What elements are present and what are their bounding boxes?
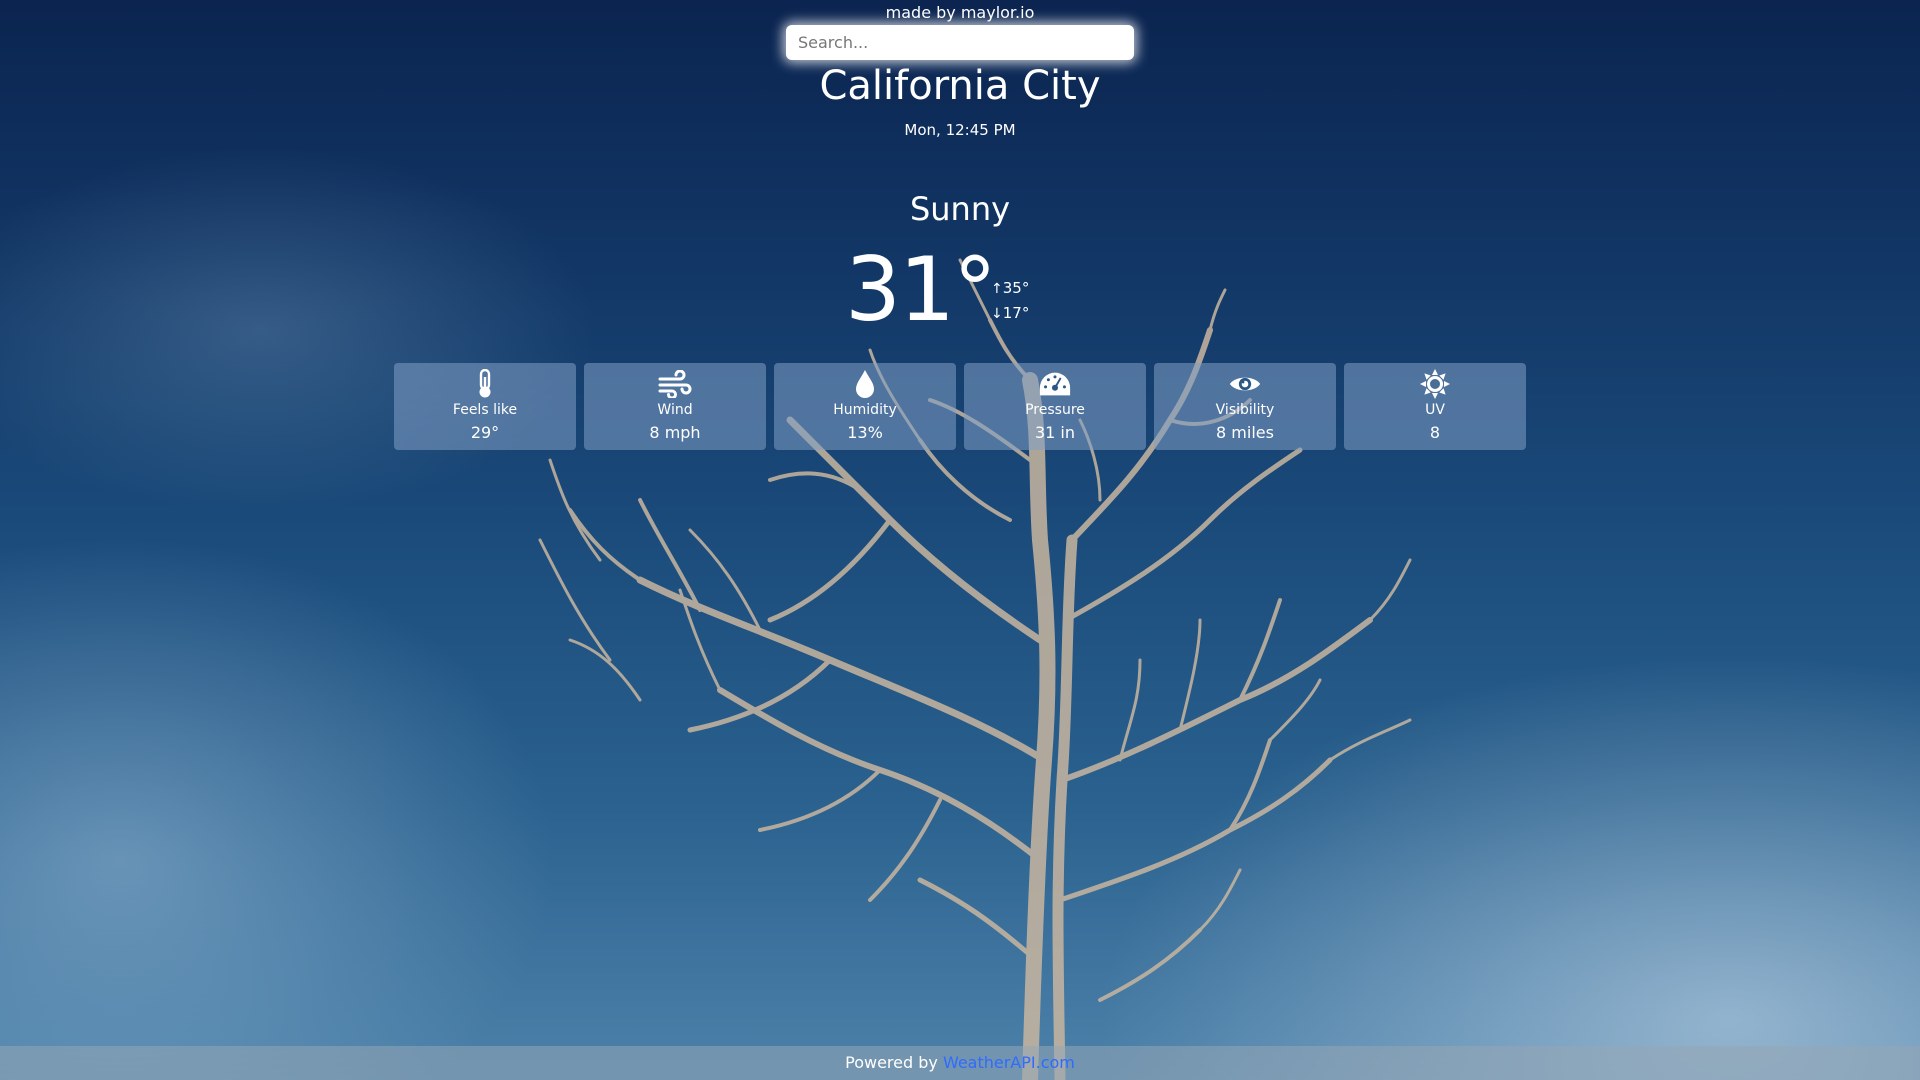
weather-stats: Feels like 29° Wind 8 mph Humidity 13% P… [394, 363, 1526, 450]
stat-label: Wind [657, 402, 693, 418]
low-temperature: ↓17° [991, 301, 1029, 326]
stat-card-humidity: Humidity 13% [774, 363, 956, 450]
stat-card-uv: UV 8 [1344, 363, 1526, 450]
high-temperature: ↑35° [991, 276, 1029, 301]
stat-label: Pressure [1025, 402, 1085, 418]
stat-value: 8 mph [649, 423, 701, 442]
arrow-down-icon: ↓ [991, 306, 1003, 322]
stat-card-feels-like: Feels like 29° [394, 363, 576, 450]
eye-icon [1228, 368, 1262, 400]
city-name: California City [819, 63, 1101, 109]
stat-label: Feels like [452, 402, 518, 418]
stat-value: 29° [470, 423, 500, 442]
low-temperature-value: 17° [1002, 304, 1030, 322]
made-by-credit: made by maylor.io [885, 3, 1035, 22]
stat-value: 31 in [1034, 423, 1076, 442]
stat-card-wind: Wind 8 mph [584, 363, 766, 450]
background-tree-image [538, 258, 1412, 1080]
stat-label: Visibility [1215, 402, 1275, 418]
arrow-up-icon: ↑ [991, 281, 1003, 297]
stat-card-pressure: Pressure 31 in [964, 363, 1146, 450]
high-low-temperatures: ↑35° ↓17° [991, 276, 1029, 326]
current-temperature: 31° [845, 238, 997, 341]
gauge-icon [1038, 368, 1072, 400]
droplet-icon [848, 368, 882, 400]
search-input[interactable] [786, 25, 1134, 60]
high-temperature-value: 35° [1002, 279, 1030, 297]
footer-text: Powered by [845, 1053, 943, 1072]
stat-value: 13% [847, 423, 883, 442]
local-datetime: Mon, 12:45 PM [904, 121, 1016, 139]
stat-label: UV [1425, 402, 1445, 418]
stat-value: 8 miles [1216, 423, 1274, 442]
sun-icon [1418, 368, 1452, 400]
footer: Powered by WeatherAPI.com [0, 1046, 1920, 1080]
weather-condition: Sunny [909, 190, 1011, 228]
thermometer-icon [468, 368, 502, 400]
stat-card-visibility: Visibility 8 miles [1154, 363, 1336, 450]
stat-label: Humidity [833, 402, 897, 418]
weatherapi-link[interactable]: WeatherAPI.com [943, 1053, 1075, 1072]
wind-icon [658, 368, 692, 400]
stat-value: 8 [1429, 423, 1441, 442]
